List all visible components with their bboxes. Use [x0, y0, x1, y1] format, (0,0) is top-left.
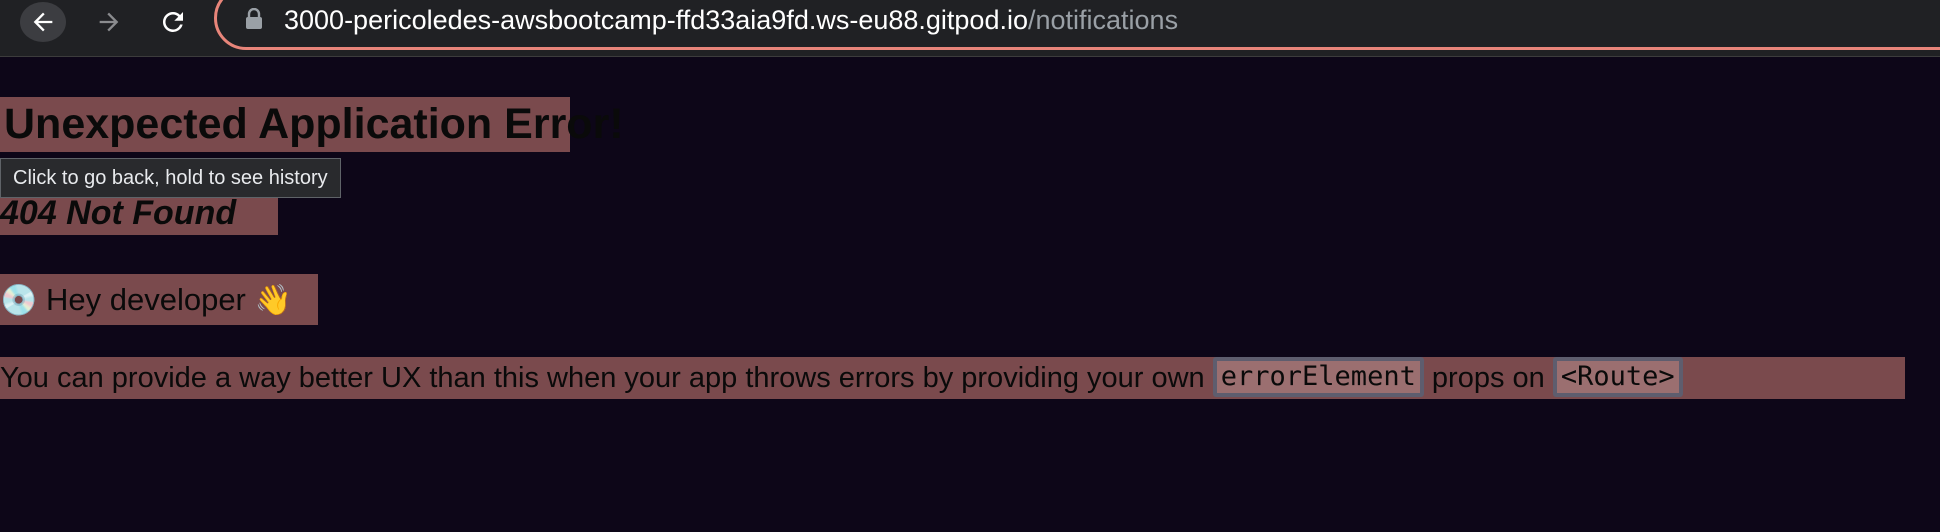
developer-hint: You can provide a way better UX than thi… [0, 357, 1905, 399]
forward-button[interactable] [86, 2, 132, 42]
disc-icon: 💿 [0, 284, 38, 317]
error-heading: Unexpected Application Error! [0, 97, 624, 152]
code-error-element: errorElement [1212, 357, 1424, 398]
reload-button[interactable] [150, 2, 196, 42]
back-button-tooltip: Click to go back, hold to see history [0, 158, 341, 198]
lock-icon[interactable] [245, 7, 263, 35]
hint-middle: props on [1431, 362, 1545, 394]
reload-icon [162, 11, 183, 32]
developer-greeting: 💿 Hey developer 👋 [0, 274, 318, 325]
greeting-text: Hey developer [45, 282, 246, 317]
browser-toolbar: 3000-pericoledes-awsbootcamp-ffd33aia9fd… [0, 0, 1940, 57]
page-content: Unexpected Application Error! 404 Not Fo… [0, 56, 1940, 532]
code-route: <Route> [1552, 357, 1683, 398]
arrow-left-icon [33, 12, 53, 32]
waving-hand-icon: 👋 [254, 284, 292, 317]
url-path: /notifications [1027, 5, 1179, 35]
arrow-right-icon [99, 12, 119, 32]
hint-prefix: You can provide a way better UX than thi… [0, 362, 1205, 394]
url-text[interactable]: 3000-pericoledes-awsbootcamp-ffd33aia9fd… [284, 2, 1178, 38]
back-button[interactable] [20, 2, 66, 42]
url-host: 3000-pericoledes-awsbootcamp-ffd33aia9fd… [284, 5, 1028, 35]
